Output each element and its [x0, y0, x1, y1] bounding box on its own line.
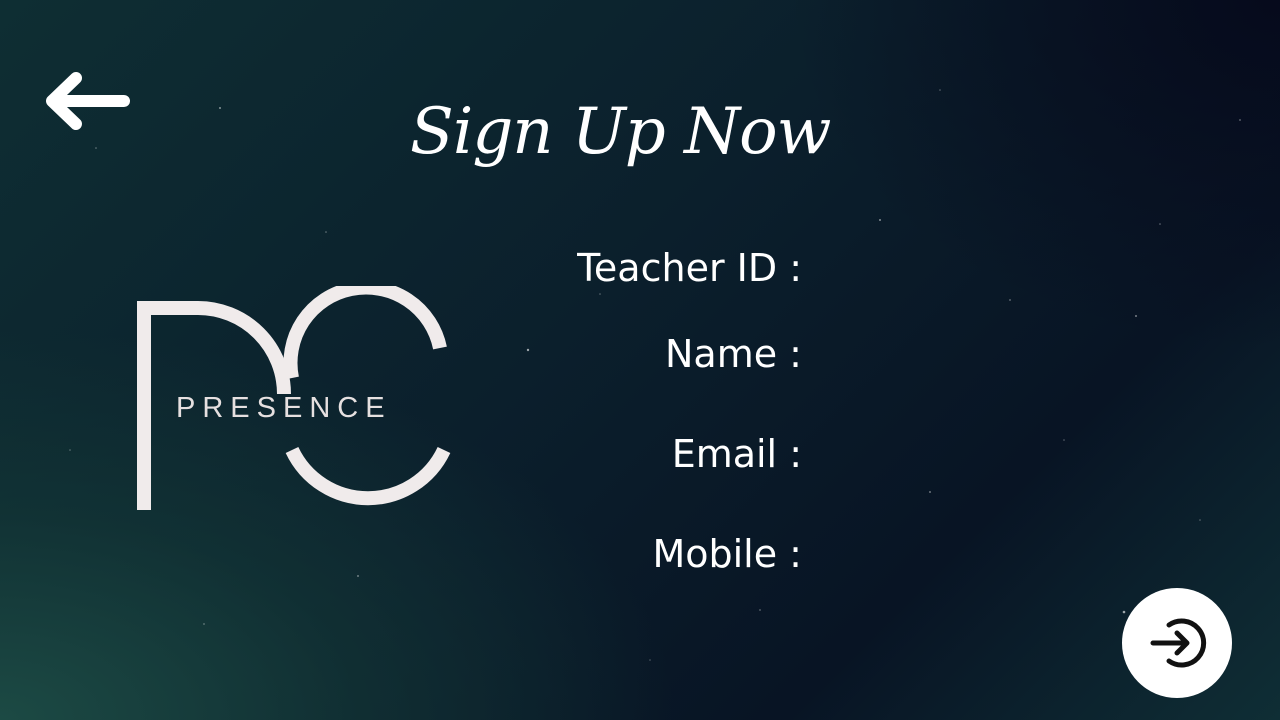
teacher-id-label: Teacher ID :	[577, 246, 802, 290]
login-icon	[1150, 618, 1207, 668]
name-input[interactable]	[818, 332, 1122, 382]
name-label: Name :	[665, 332, 802, 376]
mobile-label: Mobile :	[652, 532, 802, 576]
mobile-row: Mobile :	[652, 532, 802, 576]
logo-wordmark: PRESENCE	[176, 392, 392, 424]
arrow-left-icon	[46, 72, 130, 130]
email-input[interactable]	[818, 432, 1122, 482]
page-title: Sign Up Now	[410, 95, 831, 169]
mobile-input[interactable]	[818, 532, 1122, 582]
email-label: Email :	[671, 432, 802, 476]
email-row: Email :	[672, 432, 802, 476]
teacher-id-input[interactable]	[818, 246, 1122, 296]
submit-button[interactable]	[1122, 588, 1232, 698]
back-button[interactable]	[40, 66, 134, 136]
name-row: Name :	[665, 332, 802, 376]
teacher-id-row: Teacher ID :	[577, 246, 802, 290]
